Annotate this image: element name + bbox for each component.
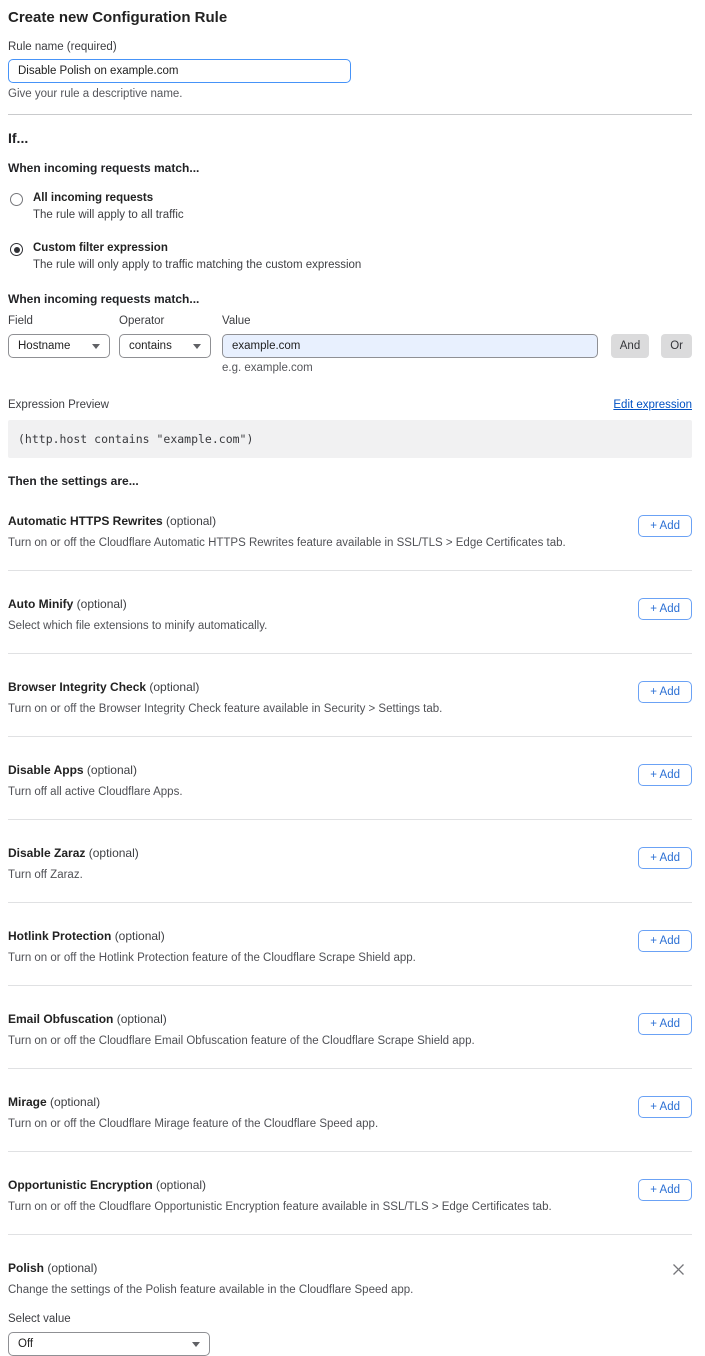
close-icon [672, 1263, 685, 1276]
setting-title: Opportunistic Encryption (optional) [8, 1178, 552, 1192]
chevron-down-icon [92, 344, 100, 349]
setting-title: Polish (optional) [8, 1261, 672, 1275]
remove-polish-button[interactable] [672, 1263, 685, 1276]
setting-section-opportunistic-encryption: Opportunistic Encryption (optional) Turn… [8, 1152, 692, 1234]
rule-name-label: Rule name (required) [8, 41, 692, 53]
expression-preview-code: (http.host contains "example.com") [8, 420, 692, 458]
radio-label: Custom filter expression [33, 242, 361, 254]
expression-preview-label: Expression Preview [8, 399, 109, 411]
polish-select-value: Off [18, 1338, 33, 1350]
setting-description: Turn on or off the Cloudflare Automatic … [8, 537, 566, 549]
request-match-radio-group: All incoming requests The rule will appl… [8, 192, 692, 271]
operator-select-value: contains [129, 340, 172, 352]
or-button[interactable]: Or [661, 334, 692, 358]
setting-description: Turn on or off the Browser Integrity Che… [8, 703, 442, 715]
radio-icon[interactable] [10, 193, 23, 206]
expression-builder-row: Field Hostname Operator contains Value e… [8, 315, 692, 374]
configuration-rule-form: Create new Configuration Rule Rule name … [0, 0, 705, 1356]
add-button-browser-integrity-check[interactable]: + Add [638, 681, 692, 703]
setting-section-automatic-https-rewrites: Automatic HTTPS Rewrites (optional) Turn… [8, 488, 692, 570]
operator-label: Operator [119, 315, 211, 327]
then-heading: Then the settings are... [8, 474, 692, 488]
field-label: Field [8, 315, 110, 327]
setting-section-polish: Polish (optional) Change the settings of… [8, 1235, 692, 1356]
and-button[interactable]: And [611, 334, 649, 358]
polish-select-label: Select value [8, 1313, 672, 1325]
value-label: Value [222, 315, 598, 327]
if-heading: If... [8, 130, 692, 146]
operator-select[interactable]: contains [119, 334, 211, 358]
setting-title: Hotlink Protection (optional) [8, 929, 416, 943]
add-button-auto-minify[interactable]: + Add [638, 598, 692, 620]
setting-title: Browser Integrity Check (optional) [8, 680, 442, 694]
add-button-disable-zaraz[interactable]: + Add [638, 847, 692, 869]
add-button-disable-apps[interactable]: + Add [638, 764, 692, 786]
setting-description: Turn on or off the Hotlink Protection fe… [8, 952, 416, 964]
rule-name-input[interactable] [8, 59, 351, 83]
setting-title: Email Obfuscation (optional) [8, 1012, 475, 1026]
setting-title: Automatic HTTPS Rewrites (optional) [8, 514, 566, 528]
radio-icon[interactable] [10, 243, 23, 256]
setting-description: Turn on or off the Cloudflare Opportunis… [8, 1201, 552, 1213]
radio-description: The rule will apply to all traffic [33, 209, 184, 221]
setting-title: Disable Apps (optional) [8, 763, 183, 777]
add-button-hotlink-protection[interactable]: + Add [638, 930, 692, 952]
chevron-down-icon [192, 1342, 200, 1347]
rule-name-helper: Give your rule a descriptive name. [8, 88, 692, 100]
setting-section-hotlink-protection: Hotlink Protection (optional) Turn on or… [8, 903, 692, 985]
setting-section-mirage: Mirage (optional) Turn on or off the Clo… [8, 1069, 692, 1151]
add-button-mirage[interactable]: + Add [638, 1096, 692, 1118]
field-select[interactable]: Hostname [8, 334, 110, 358]
radio-description: The rule will only apply to traffic matc… [33, 259, 361, 271]
setting-title: Auto Minify (optional) [8, 597, 267, 611]
setting-section-auto-minify: Auto Minify (optional) Select which file… [8, 571, 692, 653]
add-button-email-obfuscation[interactable]: + Add [638, 1013, 692, 1035]
setting-description: Turn off Zaraz. [8, 869, 139, 881]
radio-custom-filter-expression[interactable]: Custom filter expression The rule will o… [8, 242, 692, 271]
field-select-value: Hostname [18, 340, 70, 352]
value-input[interactable] [222, 334, 598, 358]
setting-description: Turn on or off the Cloudflare Mirage fea… [8, 1118, 378, 1130]
expression-preview-header: Expression Preview Edit expression [8, 399, 692, 411]
match-label: When incoming requests match... [8, 161, 692, 175]
setting-description: Turn off all active Cloudflare Apps. [8, 786, 183, 798]
radio-all-incoming-requests[interactable]: All incoming requests The rule will appl… [8, 192, 692, 221]
radio-label: All incoming requests [33, 192, 184, 204]
setting-description: Turn on or off the Cloudflare Email Obfu… [8, 1035, 475, 1047]
setting-title: Mirage (optional) [8, 1095, 378, 1109]
setting-title: Disable Zaraz (optional) [8, 846, 139, 860]
setting-section-disable-zaraz: Disable Zaraz (optional) Turn off Zaraz.… [8, 820, 692, 902]
setting-section-disable-apps: Disable Apps (optional) Turn off all act… [8, 737, 692, 819]
expression-match-label: When incoming requests match... [8, 292, 692, 306]
polish-value-select[interactable]: Off [8, 1332, 210, 1356]
chevron-down-icon [193, 344, 201, 349]
setting-section-email-obfuscation: Email Obfuscation (optional) Turn on or … [8, 986, 692, 1068]
setting-section-browser-integrity-check: Browser Integrity Check (optional) Turn … [8, 654, 692, 736]
edit-expression-link[interactable]: Edit expression [613, 399, 692, 411]
add-button-opportunistic-encryption[interactable]: + Add [638, 1179, 692, 1201]
setting-description: Select which file extensions to minify a… [8, 620, 267, 632]
value-helper: e.g. example.com [222, 362, 598, 374]
page-title: Create new Configuration Rule [8, 9, 692, 26]
divider [8, 114, 692, 115]
add-button-automatic-https-rewrites[interactable]: + Add [638, 515, 692, 537]
setting-description: Change the settings of the Polish featur… [8, 1284, 672, 1296]
